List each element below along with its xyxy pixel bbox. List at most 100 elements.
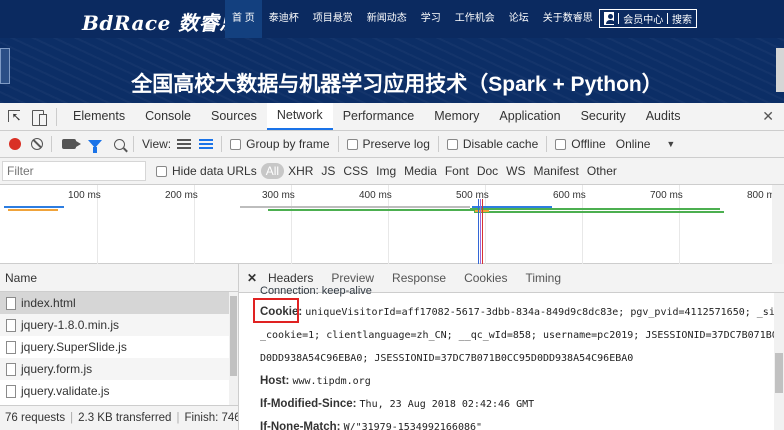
nav-jobs[interactable]: 工作机会 (448, 0, 502, 38)
overview-icon[interactable] (199, 139, 214, 149)
tab-timing[interactable]: Timing (516, 264, 570, 292)
tick-label: 200 ms (165, 190, 198, 201)
hide-data-urls-checkbox[interactable]: Hide data URLs (156, 164, 257, 178)
nav-forum[interactable]: 论坛 (502, 0, 536, 38)
tick-label: 700 ms (650, 190, 683, 201)
device-toolbar-icon[interactable] (30, 108, 48, 126)
group-by-frame-checkbox[interactable]: Group by frame (230, 137, 330, 151)
disable-cache-checkbox[interactable]: Disable cache (446, 137, 539, 151)
cookie-header-continued: _cookie=1; clientlanguage=zh_CN; __qc_wI… (260, 324, 784, 347)
tick-label: 300 ms (262, 190, 295, 201)
chevron-down-icon[interactable]: ▼ (666, 139, 675, 149)
request-bar (474, 211, 724, 213)
filter-input[interactable] (2, 161, 146, 181)
tab-memory[interactable]: Memory (424, 103, 489, 130)
divider: | (70, 412, 74, 424)
nav-about[interactable]: 关于数睿思 (536, 0, 600, 38)
request-row[interactable]: jquery.form.js (0, 358, 238, 380)
tab-response[interactable]: Response (383, 264, 455, 292)
header-value: uniqueVisitorId=aff17082-5617-3dbb-834a-… (305, 307, 784, 318)
checkbox-box[interactable] (555, 138, 567, 150)
request-row[interactable]: jquery.validate.js (0, 380, 238, 402)
request-name: jquery-1.8.0.min.js (21, 318, 120, 332)
filter-type-manifest[interactable]: Manifest (530, 164, 583, 178)
hide-data-urls-label: Hide data URLs (172, 164, 257, 178)
throttling-select[interactable]: Online (616, 137, 651, 151)
header-value: _cookie=1; clientlanguage=zh_CN; __qc_wI… (260, 330, 784, 341)
large-rows-icon[interactable] (177, 139, 192, 149)
tab-network[interactable]: Network (266, 103, 333, 130)
request-headers: Connection: keep-alive Cookie: uniqueVis… (239, 285, 784, 430)
filter-type-ws[interactable]: WS (502, 164, 529, 178)
name-column-header[interactable]: Name (0, 264, 238, 292)
checkbox-box[interactable] (156, 165, 167, 177)
connection-header: Connection: keep-alive (260, 285, 372, 297)
tab-security[interactable]: Security (571, 103, 636, 130)
tab-sources[interactable]: Sources (201, 103, 267, 130)
scrollbar[interactable] (772, 185, 784, 264)
tick-label: 100 ms (68, 190, 101, 201)
if-none-match-header: If-None-Match: W/"31979-1534992166086" (260, 416, 784, 430)
request-row[interactable]: jquery.SuperSlide.js (0, 336, 238, 358)
checkbox-box[interactable] (346, 138, 358, 150)
filter-type-img[interactable]: Img (372, 164, 400, 178)
file-icon (6, 362, 16, 376)
scrollbar[interactable] (774, 293, 784, 430)
dom-content-loaded-marker (478, 199, 479, 264)
request-bar (8, 209, 58, 211)
filter-type-js[interactable]: JS (317, 164, 339, 178)
network-status-bar: 76 requests | 2.3 KB transferred | Finis… (0, 405, 239, 430)
tab-elements[interactable]: Elements (63, 103, 135, 130)
disable-cache-label: Disable cache (462, 137, 539, 151)
filter-bar: Hide data URLs All XHR JS CSS Img Media … (0, 158, 784, 185)
request-list: Name index.html jquery-1.8.0.min.js jque… (0, 264, 239, 405)
member-box: 会员中心 搜索 (599, 9, 697, 28)
host-header: Host: www.tipdm.org (260, 370, 784, 393)
request-name: index.html (21, 296, 76, 310)
nav-tipdm-cup[interactable]: 泰迪杯 (262, 0, 306, 38)
filter-type-font[interactable]: Font (441, 164, 473, 178)
tab-application[interactable]: Application (489, 103, 570, 130)
search-icon[interactable] (114, 138, 125, 150)
record-icon[interactable] (9, 138, 21, 150)
close-icon[interactable]: ✕ (247, 271, 259, 285)
filter-type-xhr[interactable]: XHR (284, 164, 317, 178)
nav-home[interactable]: 首 页 (225, 0, 262, 38)
nav-learning[interactable]: 学习 (414, 0, 448, 38)
tab-performance[interactable]: Performance (333, 103, 425, 130)
clear-icon[interactable] (31, 138, 43, 150)
request-bar (4, 206, 64, 208)
member-center-link[interactable]: 会员中心 (619, 11, 667, 26)
load-event-marker (482, 199, 483, 264)
filter-icon[interactable] (88, 140, 102, 153)
tab-cookies[interactable]: Cookies (455, 264, 516, 292)
inspect-element-icon[interactable] (6, 108, 24, 126)
checkbox-box[interactable] (230, 138, 242, 150)
tick-label: 500 ms (456, 190, 489, 201)
request-name: jquery.form.js (21, 362, 93, 376)
request-row-index-html[interactable]: index.html (0, 292, 238, 314)
search-link[interactable]: 搜索 (668, 11, 696, 26)
filter-type-all[interactable]: All (260, 163, 285, 179)
tab-console[interactable]: Console (135, 103, 201, 130)
filter-type-doc[interactable]: Doc (473, 164, 502, 178)
file-icon (6, 318, 16, 332)
scrollbar[interactable] (229, 292, 238, 405)
nav-news[interactable]: 新闻动态 (360, 0, 414, 38)
offline-checkbox[interactable]: Offline (555, 137, 606, 151)
capture-screenshots-icon[interactable] (62, 139, 81, 149)
tab-audits[interactable]: Audits (636, 103, 691, 130)
network-overview-timeline[interactable]: 100 ms 200 ms 300 ms 400 ms 500 ms 600 m… (0, 185, 784, 264)
filter-type-media[interactable]: Media (400, 164, 441, 178)
header-key: Host: (260, 375, 290, 387)
filter-type-other[interactable]: Other (583, 164, 621, 178)
close-icon[interactable]: ✕ (762, 108, 774, 125)
tick-label: 600 ms (553, 190, 586, 201)
request-row[interactable]: jquery-1.8.0.min.js (0, 314, 238, 336)
nav-bounty[interactable]: 项目悬赏 (306, 0, 360, 38)
checkbox-box[interactable] (446, 138, 458, 150)
site-logo[interactable]: BdRace 数睿思 (82, 7, 240, 36)
filter-type-css[interactable]: CSS (339, 164, 372, 178)
header-value: D0DD938A54C96EBA0; JSESSIONID=37DC7B071B… (260, 353, 634, 364)
preserve-log-checkbox[interactable]: Preserve log (346, 137, 430, 151)
